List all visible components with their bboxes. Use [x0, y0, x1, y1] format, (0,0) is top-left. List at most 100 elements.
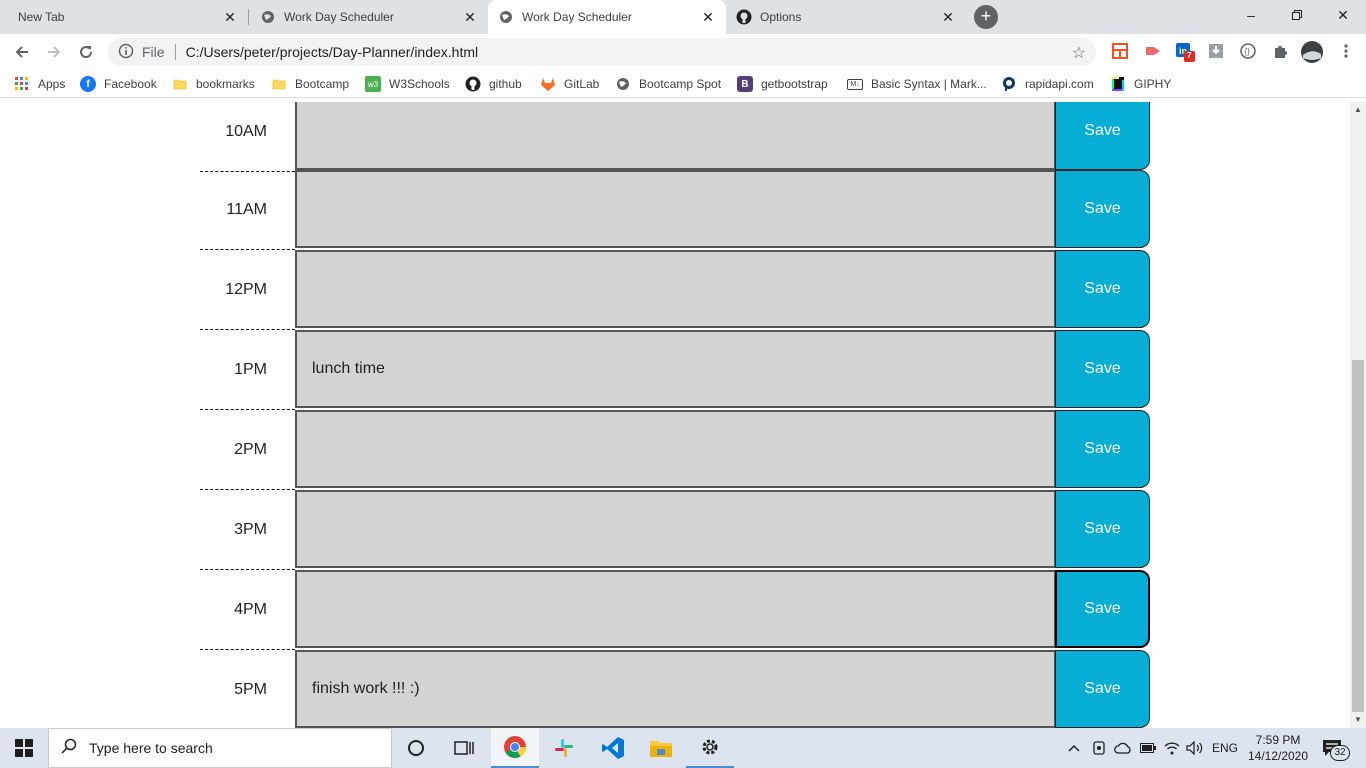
- gitlab-icon: [540, 76, 556, 92]
- rapidapi-icon: [1001, 76, 1017, 92]
- bookmark-getbootstrap[interactable]: B getbootstrap: [737, 75, 828, 93]
- reload-icon[interactable]: [74, 40, 98, 64]
- description-textarea[interactable]: [295, 102, 1055, 170]
- save-button[interactable]: Save: [1055, 490, 1150, 568]
- bookmark-github[interactable]: github: [465, 75, 522, 93]
- description-textarea[interactable]: [295, 410, 1055, 488]
- folder-icon: [172, 76, 188, 92]
- bookmark-bootcamp-spot[interactable]: Bootcamp Spot: [615, 75, 721, 93]
- window-close-icon[interactable]: ✕: [1320, 0, 1366, 30]
- save-button[interactable]: Save: [1055, 570, 1150, 648]
- save-button[interactable]: Save: [1055, 170, 1150, 248]
- star-icon[interactable]: ☆: [1072, 43, 1086, 63]
- tab-work-day-scheduler-2[interactable]: Work Day Scheduler ✕: [488, 0, 726, 34]
- restore-icon[interactable]: [1274, 0, 1320, 30]
- save-button[interactable]: Save: [1055, 330, 1150, 408]
- save-button[interactable]: Save: [1055, 250, 1150, 328]
- description-textarea[interactable]: [295, 490, 1055, 568]
- minimize-icon[interactable]: –: [1228, 0, 1274, 30]
- page-scrollbar[interactable]: ▲ ▼: [1350, 102, 1366, 728]
- bookmark-gitlab[interactable]: GitLab: [540, 75, 599, 93]
- show-hidden-icons-icon[interactable]: [1068, 728, 1080, 768]
- close-icon[interactable]: ✕: [462, 9, 478, 25]
- bookmark-giphy[interactable]: GIPHY: [1110, 75, 1171, 93]
- extension-arrow-icon[interactable]: [1144, 43, 1162, 61]
- bookmark-rapidapi[interactable]: rapidapi.com: [1001, 75, 1094, 93]
- search-icon: [49, 738, 89, 759]
- bookmark-apps[interactable]: Apps: [14, 75, 65, 93]
- tray-device-icon[interactable]: [1092, 728, 1106, 768]
- scroll-down-icon[interactable]: ▼: [1350, 712, 1366, 728]
- avatar[interactable]: [1300, 40, 1324, 64]
- bookmark-bootcamp[interactable]: Bootcamp: [271, 75, 349, 93]
- globe-icon: [260, 9, 276, 25]
- bookmark-basic-syntax[interactable]: M↓ Basic Syntax | Mark...: [847, 75, 987, 93]
- bookmark-w3schools[interactable]: w3 W3Schools: [365, 75, 450, 93]
- slack-icon[interactable]: [540, 728, 588, 768]
- download-icon[interactable]: [1208, 43, 1226, 61]
- tab-options[interactable]: Options ✕: [726, 0, 966, 34]
- taskbar-search-input[interactable]: Type here to search: [48, 728, 392, 768]
- file-explorer-icon[interactable]: [637, 728, 685, 768]
- description-textarea[interactable]: [295, 250, 1055, 328]
- time-block-row: 1PM lunch time Save: [200, 330, 1150, 410]
- globe-icon: [615, 76, 631, 92]
- battery-icon[interactable]: [1140, 728, 1156, 768]
- w3schools-icon: w3: [365, 76, 381, 92]
- vscode-icon[interactable]: [589, 728, 637, 768]
- scroll-up-icon[interactable]: ▲: [1350, 102, 1366, 118]
- description-textarea[interactable]: finish work !!! :): [295, 650, 1055, 728]
- svg-text:{}: {}: [1245, 47, 1251, 56]
- bookmark-bookmarks[interactable]: bookmarks: [172, 75, 255, 93]
- language-indicator[interactable]: ENG: [1212, 728, 1238, 768]
- new-tab-button[interactable]: +: [974, 5, 998, 29]
- time-block-row: 4PM Save: [200, 570, 1150, 650]
- close-icon[interactable]: ✕: [700, 9, 716, 25]
- back-icon[interactable]: [10, 40, 34, 64]
- linkedin-icon[interactable]: in 7: [1176, 43, 1195, 62]
- onedrive-icon[interactable]: [1114, 728, 1132, 768]
- linkedin-badge: 7: [1187, 51, 1192, 60]
- tab-title: Work Day Scheduler: [522, 10, 632, 24]
- chrome-icon[interactable]: [491, 728, 539, 768]
- volume-icon[interactable]: [1186, 728, 1204, 768]
- wifi-icon[interactable]: [1164, 728, 1180, 768]
- cortana-icon[interactable]: [392, 728, 440, 768]
- apps-grid-icon: [14, 76, 30, 92]
- bookmark-label: Apps: [38, 77, 66, 91]
- notification-icon[interactable]: 32: [1322, 728, 1350, 768]
- description-textarea[interactable]: [295, 570, 1055, 648]
- tab-new-tab[interactable]: New Tab ✕: [8, 0, 248, 34]
- extension-circle-icon[interactable]: {}: [1240, 43, 1258, 61]
- save-button[interactable]: Save: [1055, 410, 1150, 488]
- extensions-puzzle-icon[interactable]: [1272, 43, 1290, 61]
- bookmark-label: Bootcamp Spot: [639, 77, 722, 91]
- windows-start-icon[interactable]: [0, 728, 48, 768]
- bookmark-label: github: [489, 77, 522, 91]
- hour-label: 11AM: [200, 170, 295, 250]
- menu-dots-icon[interactable]: [1338, 43, 1356, 61]
- address-bar[interactable]: File C:/Users/peter/projects/Day-Planner…: [108, 38, 1096, 66]
- bookmark-label: W3Schools: [389, 77, 450, 91]
- bookmark-label: Basic Syntax | Mark...: [871, 77, 987, 91]
- bookmark-facebook[interactable]: f Facebook: [80, 75, 157, 93]
- extension-layout-icon[interactable]: [1112, 43, 1130, 61]
- description-textarea[interactable]: lunch time: [295, 330, 1055, 408]
- bookmark-label: GIPHY: [1134, 77, 1172, 91]
- hour-label: 5PM: [200, 650, 295, 728]
- task-view-icon[interactable]: [440, 728, 488, 768]
- save-button[interactable]: Save: [1055, 650, 1150, 728]
- tab-strip: New Tab ✕ Work Day Scheduler ✕ Work Day …: [0, 0, 1366, 34]
- hour-label: 1PM: [200, 330, 295, 410]
- tab-work-day-scheduler-1[interactable]: Work Day Scheduler ✕: [250, 0, 488, 34]
- save-button[interactable]: Save: [1055, 102, 1150, 170]
- info-icon[interactable]: [118, 43, 136, 61]
- forward-icon[interactable]: [42, 40, 66, 64]
- time-block-row: 12PM Save: [200, 250, 1150, 330]
- settings-gear-icon[interactable]: [686, 728, 734, 768]
- scroll-thumb[interactable]: [1352, 360, 1364, 712]
- close-icon[interactable]: ✕: [222, 9, 238, 25]
- taskbar-clock[interactable]: 7:59 PM 14/12/2020: [1238, 732, 1318, 764]
- description-textarea[interactable]: [295, 170, 1055, 248]
- close-icon[interactable]: ✕: [940, 9, 956, 25]
